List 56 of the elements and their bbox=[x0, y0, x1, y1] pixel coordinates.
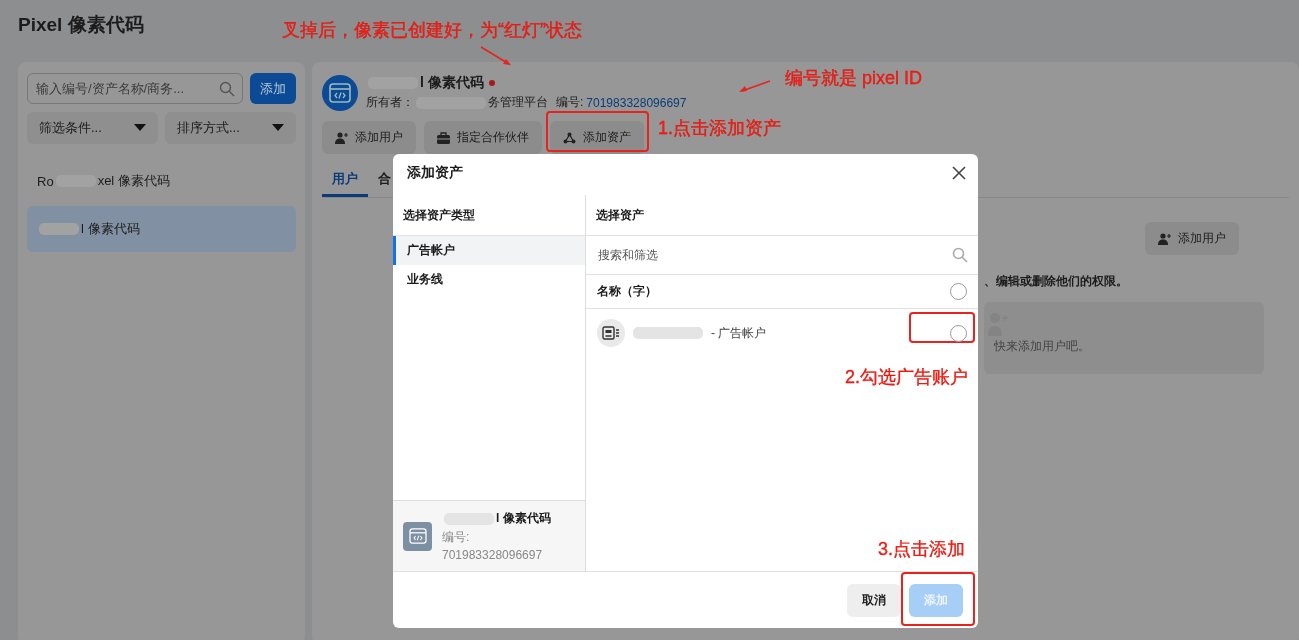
user-icon bbox=[335, 131, 348, 144]
dialog-title: 添加资产 bbox=[407, 164, 463, 182]
code-window-icon bbox=[322, 74, 358, 111]
pixel-name: xel 像素代码 bbox=[97, 172, 170, 190]
add-user-button[interactable]: 添加用户 bbox=[1145, 222, 1239, 255]
blurred-text bbox=[633, 327, 703, 339]
close-icon[interactable] bbox=[952, 166, 966, 180]
search-icon bbox=[952, 247, 968, 263]
cancel-button[interactable]: 取消 bbox=[847, 583, 901, 617]
annotation-text: 叉掉后，像素已创建好，为“红灯”状态 bbox=[282, 20, 582, 41]
code-window-icon bbox=[403, 521, 432, 551]
owner-label: 所有者： bbox=[366, 94, 414, 111]
filter-dropdown[interactable]: 排序方式... bbox=[165, 112, 296, 144]
action-button[interactable]: 指定合作伙伴 bbox=[424, 121, 542, 154]
pixel-name: l 像素代码 bbox=[420, 74, 484, 92]
asset-type-item[interactable]: 广告帐户 bbox=[393, 236, 585, 265]
action-button[interactable]: 添加用户 bbox=[322, 121, 416, 154]
user-icon bbox=[1158, 232, 1171, 245]
id-label: 编号: bbox=[556, 94, 584, 111]
caret-icon bbox=[134, 124, 146, 132]
highlight-box bbox=[909, 312, 975, 343]
nodes-icon bbox=[563, 131, 576, 144]
blurred-text bbox=[39, 223, 79, 235]
tab[interactable]: 用户 bbox=[322, 162, 368, 197]
filter-dropdown[interactable]: 筛选条件... bbox=[27, 112, 158, 144]
ad-account-name: - 广告帐户 bbox=[711, 324, 768, 342]
description-text: 、编辑或删除他们的权限。 bbox=[984, 273, 1129, 290]
annotation-text: 3.点击添加 bbox=[878, 539, 965, 560]
page-title: Pixel 像素代码 bbox=[18, 13, 144, 37]
pixel-name: l 像素代码 bbox=[81, 220, 140, 238]
annotation-text: 1.点击添加资产 bbox=[658, 118, 781, 139]
select-all-radio[interactable] bbox=[950, 283, 967, 300]
pixel-id: 701983328096697 bbox=[442, 548, 544, 562]
pixel-name-start: Ro bbox=[37, 173, 54, 189]
annotation-text: 编号就是 pixel ID bbox=[785, 68, 923, 89]
search-field[interactable]: 输入编号/资产名称/商务... bbox=[27, 73, 243, 104]
action-button[interactable]: 添加资产 bbox=[550, 121, 644, 154]
annotation-arrow bbox=[478, 44, 514, 66]
id-label: 编号: bbox=[442, 529, 471, 546]
search-field[interactable]: 搜索和筛选 bbox=[596, 247, 952, 263]
empty-state-text: 快来添加用户吧。 bbox=[993, 338, 1091, 355]
caret-icon bbox=[272, 124, 284, 132]
pixel-id: 701983328096697 bbox=[586, 95, 687, 110]
search-icon bbox=[219, 81, 235, 97]
column-heading: 选择资产 bbox=[586, 195, 978, 236]
annotation-text: 2.勾选广告账户 bbox=[845, 367, 968, 388]
asset-type-item[interactable]: 业务线 bbox=[393, 265, 585, 294]
name-column-header: 名称（字） bbox=[597, 283, 658, 300]
ad-account-icon bbox=[597, 319, 625, 347]
asset-radio[interactable] bbox=[950, 324, 967, 342]
briefcase-icon bbox=[437, 131, 450, 144]
pixel-name: l 像素代码 bbox=[496, 510, 551, 527]
pixel-list-item[interactable]: l 像素代码 bbox=[27, 206, 296, 252]
add-button[interactable]: 添加 bbox=[250, 73, 296, 104]
pixel-list-item[interactable]: Ro xel 像素代码 bbox=[27, 158, 296, 204]
owner-name: 务管理平台 bbox=[488, 94, 548, 111]
